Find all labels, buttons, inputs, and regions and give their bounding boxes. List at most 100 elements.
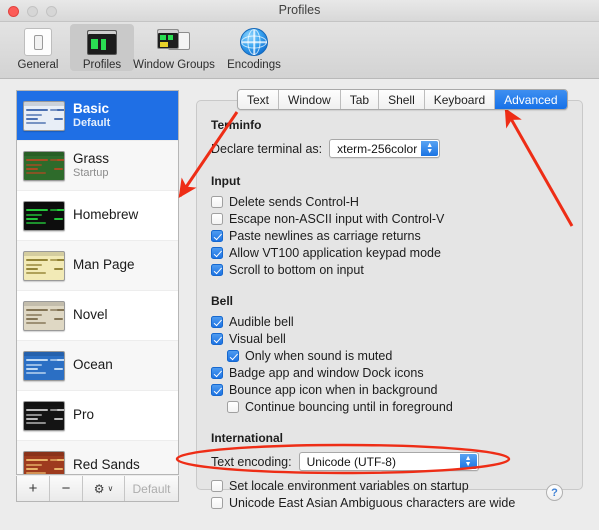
checkbox-checked-icon[interactable] <box>211 366 223 379</box>
remove-profile-button[interactable]: − <box>50 476 83 501</box>
declare-terminal-value: xterm-256color <box>337 141 418 156</box>
checkbox-label: Bounce app icon when in background <box>229 382 438 397</box>
checkbox-label: Badge app and window Dock icons <box>229 365 424 380</box>
checkbox-checked-icon[interactable] <box>211 246 223 259</box>
profiles-preferences-window: Profiles General Profiles Window Groups … <box>0 0 599 530</box>
checkbox-row[interactable]: Bounce app icon when in background <box>211 381 572 398</box>
profile-name: Man Page <box>73 257 135 273</box>
tab-tab[interactable]: Tab <box>340 90 380 109</box>
profile-list-item[interactable]: Red Sands <box>17 441 178 474</box>
section-heading-terminfo: Terminfo <box>211 118 262 132</box>
help-button[interactable]: ? <box>546 484 563 501</box>
checkbox-label: Only when sound is muted <box>245 348 393 363</box>
checkbox-row[interactable]: Scroll to bottom on input <box>211 261 572 278</box>
declare-terminal-select[interactable]: xterm-256color ▲ ▼ <box>329 139 441 158</box>
stepper-arrows-icon: ▲ ▼ <box>459 454 477 469</box>
text-encoding-value: Unicode (UTF-8) <box>306 454 396 469</box>
profile-list-item[interactable]: Homebrew <box>17 191 178 241</box>
checkbox-label: Set locale environment variables on star… <box>229 478 469 493</box>
checkbox-unchecked-icon[interactable] <box>227 400 239 413</box>
section-heading-bell: Bell <box>211 294 234 308</box>
text-encoding-label: Text encoding: <box>211 454 292 469</box>
profile-name: Ocean <box>73 357 113 373</box>
toolbar-label-general: General <box>17 59 59 71</box>
checkbox-row[interactable]: Allow VT100 application keypad mode <box>211 244 572 261</box>
checkbox-checked-icon[interactable] <box>211 332 223 345</box>
checkbox-checked-icon[interactable] <box>227 349 239 362</box>
checkbox-label: Audible bell <box>229 314 294 329</box>
section-heading-input: Input <box>211 174 241 188</box>
tab-window[interactable]: Window <box>279 90 341 109</box>
profile-thumbnail <box>23 150 65 181</box>
profile-thumbnail <box>23 450 65 474</box>
checkbox-label: Allow VT100 application keypad mode <box>229 245 441 260</box>
checkbox-row[interactable]: Paste newlines as carriage returns <box>211 227 572 244</box>
profile-list-item[interactable]: Grass Startup <box>17 141 178 191</box>
toolbar-item-window-groups[interactable]: Window Groups <box>133 24 215 71</box>
profile-list-item[interactable]: Novel <box>17 291 178 341</box>
profile-thumbnail <box>23 200 65 231</box>
checkbox-label: Delete sends Control-H <box>229 194 359 209</box>
profiles-list[interactable]: Basic Default Grass Startup Homebrew Man Page… <box>16 90 179 475</box>
tab-shell[interactable]: Shell <box>379 90 425 109</box>
checkbox-checked-icon[interactable] <box>211 383 223 396</box>
tab-keyboard[interactable]: Keyboard <box>424 90 496 109</box>
profile-list-item[interactable]: Pro <box>17 391 178 441</box>
general-icon <box>24 27 52 57</box>
checkbox-row[interactable]: Only when sound is muted <box>211 347 572 364</box>
profiles-list-toolbar: + − ⚙ ∨ Default <box>16 476 179 502</box>
profile-list-item[interactable]: Ocean <box>17 341 178 391</box>
toolbar-label-profiles: Profiles <box>82 59 122 71</box>
checkbox-row[interactable]: Continue bouncing until in foreground <box>211 398 572 415</box>
settings-tab-bar[interactable]: Text Window Tab Shell Keyboard Advanced <box>237 89 568 110</box>
profile-thumbnail <box>23 100 65 131</box>
profile-name: Homebrew <box>73 207 139 223</box>
profile-actions-menu-button[interactable]: ⚙ ∨ <box>83 476 125 501</box>
checkbox-checked-icon[interactable] <box>211 229 223 242</box>
profile-thumbnail <box>23 350 65 381</box>
window-groups-icon <box>157 27 191 57</box>
checkbox-unchecked-icon[interactable] <box>211 496 223 509</box>
profiles-icon <box>87 27 117 57</box>
toolbar-label-window-groups: Window Groups <box>133 59 215 71</box>
checkbox-row[interactable]: Badge app and window Dock icons <box>211 364 572 381</box>
window-titlebar: Profiles <box>0 0 599 22</box>
checkbox-row[interactable]: Delete sends Control-H <box>211 193 572 210</box>
profile-subtitle: Default <box>73 117 111 130</box>
profile-thumbnail <box>23 300 65 331</box>
toolbar-item-general[interactable]: General <box>6 24 70 71</box>
checkbox-row[interactable]: Visual bell <box>211 330 572 347</box>
profile-list-item[interactable]: Basic Default <box>17 91 178 141</box>
profile-name: Grass <box>73 150 110 166</box>
checkbox-label: Visual bell <box>229 331 286 346</box>
checkbox-unchecked-icon[interactable] <box>211 479 223 492</box>
checkbox-label: Paste newlines as carriage returns <box>229 228 421 243</box>
preferences-toolbar: General Profiles Window Groups Encodings <box>0 22 599 79</box>
add-profile-button[interactable]: + <box>17 476 50 501</box>
tab-advanced[interactable]: Advanced <box>495 90 567 109</box>
toolbar-item-encodings[interactable]: Encodings <box>214 24 294 71</box>
checkbox-row[interactable]: Set locale environment variables on star… <box>211 477 572 494</box>
advanced-settings-panel: Terminfo Declare terminal as: xterm-256c… <box>196 100 583 510</box>
profile-name: Pro <box>73 407 95 423</box>
profile-thumbnail <box>23 250 65 281</box>
checkbox-unchecked-icon[interactable] <box>211 195 223 208</box>
toolbar-item-profiles[interactable]: Profiles <box>70 24 134 71</box>
text-encoding-select[interactable]: Unicode (UTF-8) ▲ ▼ <box>298 452 479 471</box>
tab-text[interactable]: Text <box>238 90 280 109</box>
profile-subtitle: Startup <box>73 167 109 180</box>
profile-list-item[interactable]: Man Page <box>17 241 178 291</box>
window-title: Profiles <box>278 3 321 17</box>
set-default-button[interactable]: Default <box>125 476 178 501</box>
checkbox-checked-icon[interactable] <box>211 263 223 276</box>
checkbox-row[interactable]: Escape non-ASCII input with Control-V <box>211 210 572 227</box>
checkbox-row[interactable]: Unicode East Asian Ambiguous characters … <box>211 494 572 511</box>
toolbar-label-encodings: Encodings <box>227 59 281 71</box>
checkbox-row[interactable]: Audible bell <box>211 313 572 330</box>
declare-terminal-label: Declare terminal as: <box>211 141 323 156</box>
chevron-down-icon: ∨ <box>107 484 114 493</box>
checkbox-unchecked-icon[interactable] <box>211 212 223 225</box>
checkbox-checked-icon[interactable] <box>211 315 223 328</box>
checkbox-label: Unicode East Asian Ambiguous characters … <box>229 495 516 510</box>
profile-name: Novel <box>73 307 108 323</box>
